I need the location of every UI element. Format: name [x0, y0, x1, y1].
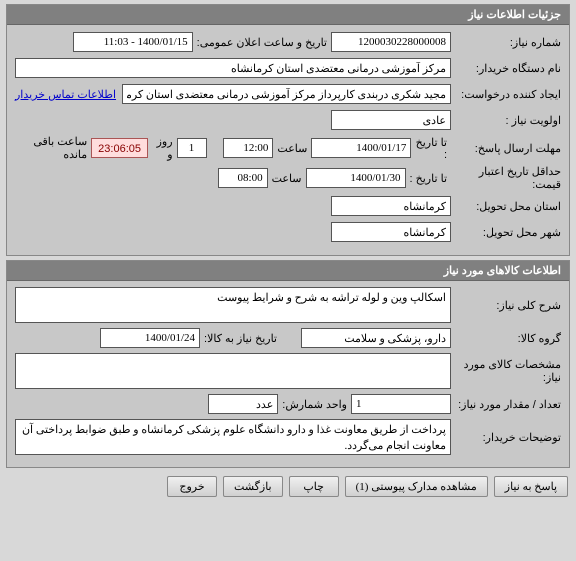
desc-label: شرح کلی نیاز: — [451, 299, 561, 312]
buyer-notes-label: توضیحات خریدار: — [451, 431, 561, 444]
qty-field[interactable] — [351, 394, 451, 414]
unit-field[interactable] — [208, 394, 278, 414]
city-label: شهر محل تحویل: — [451, 226, 561, 239]
priority-label: اولویت نیاز : — [451, 114, 561, 127]
to-date-label-2: تا تاریخ : — [406, 172, 451, 185]
back-button[interactable]: بازگشت — [223, 476, 283, 497]
announce-field[interactable] — [73, 32, 193, 52]
city-field[interactable] — [331, 222, 451, 242]
specs-field[interactable] — [15, 353, 451, 389]
panel1-title: جزئیات اطلاعات نیاز — [7, 5, 569, 25]
time-label-2: ساعت — [268, 172, 306, 185]
footer-buttons: پاسخ به نیاز مشاهده مدارک پیوستی (1) چاپ… — [0, 472, 576, 501]
need-no-field[interactable] — [331, 32, 451, 52]
province-label: استان محل تحویل: — [451, 200, 561, 213]
contact-link[interactable]: اطلاعات تماس خریدار — [15, 88, 116, 101]
deadline-time-field[interactable] — [223, 138, 273, 158]
deadline-label: مهلت ارسال پاسخ: — [451, 142, 561, 155]
min-validity-date-field[interactable] — [306, 168, 406, 188]
days-field[interactable] — [177, 138, 207, 158]
desc-field[interactable] — [15, 287, 451, 323]
need-details-panel: جزئیات اطلاعات نیاز شماره نیاز: تاریخ و … — [6, 4, 570, 256]
attachments-button[interactable]: مشاهده مدارک پیوستی (1) — [345, 476, 488, 497]
remaining-label: ساعت باقی مانده — [15, 135, 91, 161]
creator-field[interactable] — [122, 84, 451, 104]
remaining-time: 23:06:05 — [91, 138, 148, 158]
exit-button[interactable]: خروج — [167, 476, 217, 497]
need-date-field[interactable] — [100, 328, 200, 348]
org-label: نام دستگاه خریدار: — [451, 62, 561, 75]
province-field[interactable] — [331, 196, 451, 216]
to-date-label: تا تاریخ : — [411, 136, 451, 161]
print-button[interactable]: چاپ — [289, 476, 339, 497]
specs-label: مشخصات کالای مورد نیاز: — [451, 358, 561, 384]
priority-field[interactable] — [331, 110, 451, 130]
need-date-label: تاریخ نیاز به کالا: — [200, 332, 281, 345]
reply-button[interactable]: پاسخ به نیاز — [494, 476, 568, 497]
creator-label: ایجاد کننده درخواست: — [451, 88, 561, 101]
need-no-label: شماره نیاز: — [451, 36, 561, 49]
deadline-date-field[interactable] — [311, 138, 411, 158]
time-label-1: ساعت — [273, 142, 311, 155]
group-field[interactable] — [301, 328, 451, 348]
goods-panel: اطلاعات کالاهای مورد نیاز شرح کلی نیاز: … — [6, 260, 570, 468]
group-label: گروه کالا: — [451, 332, 561, 345]
qty-label: تعداد / مقدار مورد نیاز: — [451, 398, 561, 411]
min-validity-time-field[interactable] — [218, 168, 268, 188]
announce-label: تاریخ و ساعت اعلان عمومی: — [193, 36, 331, 49]
day-label: روز و — [148, 135, 177, 161]
org-field[interactable] — [15, 58, 451, 78]
buyer-notes-field[interactable] — [15, 419, 451, 455]
unit-label: واحد شمارش: — [278, 398, 351, 411]
min-validity-label: حداقل تاریخ اعتبار قیمت: — [451, 165, 561, 191]
panel2-title: اطلاعات کالاهای مورد نیاز — [7, 261, 569, 281]
